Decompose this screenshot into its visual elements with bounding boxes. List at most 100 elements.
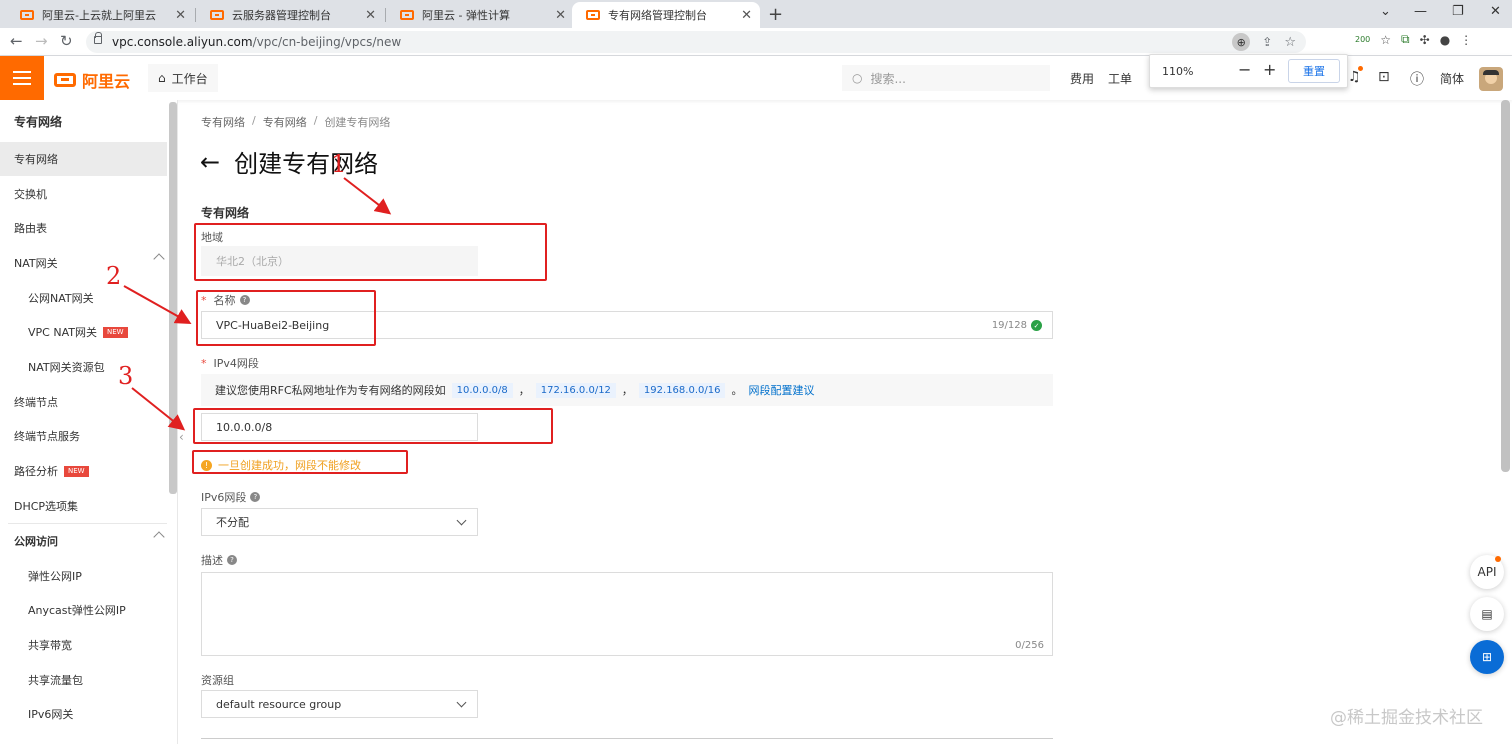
sidebar-item-endpoint[interactable]: 终端节点 bbox=[0, 385, 167, 419]
sidebar-item-dhcp[interactable]: DHCP选项集 bbox=[0, 489, 167, 523]
aliyun-favicon-icon bbox=[210, 10, 224, 20]
sidebar: 专有网络 专有网络 交换机 路由表 NAT网关 公网NAT网关 VPC NAT网… bbox=[0, 100, 178, 744]
sidebar-item-vpc[interactable]: 专有网络 bbox=[0, 142, 167, 176]
breadcrumb-separator: / bbox=[313, 114, 318, 127]
close-tab-icon[interactable]: ✕ bbox=[555, 8, 566, 23]
menu-kebab-icon[interactable]: ⋮ bbox=[1460, 33, 1472, 47]
cidr-option[interactable]: 10.0.0.0/8 bbox=[451, 382, 513, 398]
zoom-level: 110% bbox=[1162, 65, 1194, 78]
sidebar-item-vpc-nat[interactable]: VPC NAT网关 NEW bbox=[0, 315, 167, 349]
sidebar-item-data-transfer-plan[interactable]: 共享流量包 bbox=[0, 663, 167, 697]
cidr-option[interactable]: 172.16.0.0/12 bbox=[535, 382, 616, 398]
resource-group-select[interactable]: default resource group bbox=[201, 690, 478, 718]
required-mark: * bbox=[201, 356, 207, 370]
share-icon[interactable]: ⇪ bbox=[1262, 35, 1272, 49]
description-textarea[interactable]: 0/256 bbox=[201, 572, 1053, 656]
profile-icon[interactable]: ● bbox=[1440, 33, 1450, 47]
feedback-chat-icon[interactable]: ▤ bbox=[1470, 597, 1504, 631]
description-counter: 0/256 bbox=[1015, 640, 1044, 651]
home-icon: ⌂ bbox=[158, 71, 166, 85]
sidebar-item-path-analysis[interactable]: 路径分析 NEW bbox=[0, 454, 167, 488]
cart-icon[interactable]: ⊡ bbox=[1378, 69, 1390, 85]
breadcrumb: 专有网络 / 专有网络 / 创建专有网络 bbox=[201, 114, 390, 130]
annotation-number: 3 bbox=[118, 362, 134, 390]
aliyun-favicon-icon bbox=[400, 10, 414, 20]
aliyun-favicon-icon bbox=[20, 10, 34, 20]
menu-hamburger-icon[interactable] bbox=[0, 56, 44, 100]
reload-icon[interactable]: ↻ bbox=[60, 32, 73, 50]
browser-tab[interactable]: 阿里云-上云就上阿里云 ✕ bbox=[6, 2, 194, 28]
sidebar-item-nat-package[interactable]: NAT网关资源包 bbox=[0, 350, 167, 384]
sidebar-item-route-table[interactable]: 路由表 bbox=[0, 211, 167, 245]
breadcrumb-current: 创建专有网络 bbox=[324, 116, 391, 129]
chevron-down-icon bbox=[456, 515, 467, 526]
breadcrumb-item[interactable]: 专有网络 bbox=[263, 114, 307, 130]
help-icon[interactable]: ⓘ bbox=[1410, 69, 1424, 89]
chevron-down-icon bbox=[456, 697, 467, 708]
ipv6-label: IPv6网段 ? bbox=[201, 489, 261, 505]
sidebar-item-ipv6-gateway[interactable]: IPv6网关 bbox=[0, 697, 167, 731]
annotation-box-ipv4 bbox=[193, 408, 553, 444]
back-arrow-icon[interactable]: ← bbox=[200, 148, 220, 176]
page-scrollbar[interactable] bbox=[1501, 100, 1510, 472]
sidebar-title: 专有网络 bbox=[14, 115, 63, 129]
bookmark-star-icon[interactable]: ☆ bbox=[1284, 35, 1296, 50]
notification-dot bbox=[1358, 66, 1363, 71]
browser-toolbar: ← → ↻ vpc.console.aliyun.com/vpc/cn-beij… bbox=[0, 28, 1512, 56]
breadcrumb-separator: / bbox=[252, 114, 256, 127]
sidebar-item-eip[interactable]: 弹性公网IP bbox=[0, 559, 167, 593]
zoom-reset-button[interactable]: 重置 bbox=[1288, 59, 1340, 83]
extension-badge[interactable]: 200 bbox=[1355, 35, 1370, 44]
search-icon: ○ bbox=[852, 71, 863, 85]
console-search-input[interactable]: ○ 搜索... bbox=[842, 65, 1050, 91]
avatar[interactable] bbox=[1479, 67, 1503, 91]
sidebar-group-nat[interactable]: NAT网关 bbox=[0, 246, 167, 280]
sidebar-item-shared-bandwidth[interactable]: 共享带宽 bbox=[0, 628, 167, 662]
ipv6-select[interactable]: 不分配 bbox=[201, 508, 478, 536]
chevron-up-icon bbox=[153, 531, 165, 543]
close-tab-icon[interactable]: ✕ bbox=[175, 8, 186, 23]
workbench-button[interactable]: ⌂ 工作台 bbox=[148, 64, 218, 92]
restore-icon[interactable]: ❐ bbox=[1452, 4, 1464, 19]
zoom-icon[interactable]: ⊕ bbox=[1232, 33, 1251, 51]
language-switch[interactable]: 简体 bbox=[1440, 70, 1464, 87]
chevron-up-icon bbox=[153, 253, 165, 265]
address-bar[interactable]: vpc.console.aliyun.com/vpc/cn-beijing/vp… bbox=[86, 31, 1306, 53]
sidebar-group-public-access[interactable]: 公网访问 bbox=[0, 524, 167, 558]
sidebar-item-endpoint-service[interactable]: 终端节点服务 bbox=[0, 419, 167, 453]
help-icon[interactable]: ? bbox=[227, 555, 237, 565]
new-tab-icon[interactable]: + bbox=[768, 4, 783, 25]
resource-group-value: default resource group bbox=[216, 697, 342, 711]
close-window-icon[interactable]: ✕ bbox=[1490, 4, 1501, 19]
bell-icon[interactable]: ♫ bbox=[1348, 69, 1361, 85]
browser-tab[interactable]: 云服务器管理控制台 ✕ bbox=[196, 2, 384, 28]
browser-tab[interactable]: 阿里云 - 弹性计算 ✕ bbox=[386, 2, 574, 28]
extension-icon[interactable]: ⧉ bbox=[1401, 32, 1410, 47]
reading-list-icon[interactable]: ☆ bbox=[1380, 33, 1391, 47]
help-icon[interactable]: ? bbox=[250, 492, 261, 502]
breadcrumb-item[interactable]: 专有网络 bbox=[201, 114, 245, 130]
sidebar-scrollbar[interactable] bbox=[169, 102, 177, 494]
section-title: 专有网络 bbox=[201, 206, 250, 220]
puzzle-extensions-icon[interactable]: ✣ bbox=[1420, 33, 1430, 47]
close-tab-icon[interactable]: ✕ bbox=[741, 8, 752, 23]
tab-search-icon[interactable]: ⌄ bbox=[1380, 4, 1391, 19]
apps-grid-icon[interactable]: ⊞ bbox=[1470, 640, 1504, 674]
browser-tab-active[interactable]: 专有网络管理控制台 ✕ bbox=[572, 2, 760, 28]
sidebar-item-vswitch[interactable]: 交换机 bbox=[0, 177, 167, 211]
aliyun-logo[interactable]: 阿里云 bbox=[54, 68, 130, 92]
sidebar-item-public-nat[interactable]: 公网NAT网关 bbox=[0, 281, 167, 315]
forward-icon[interactable]: → bbox=[35, 32, 48, 50]
zoom-out-icon[interactable]: − bbox=[1238, 60, 1251, 79]
back-icon[interactable]: ← bbox=[10, 32, 23, 50]
check-icon: ✓ bbox=[1031, 320, 1042, 331]
ticket-link[interactable]: 工单 bbox=[1108, 70, 1132, 87]
minimize-icon[interactable]: — bbox=[1414, 4, 1427, 19]
zoom-in-icon[interactable]: + bbox=[1263, 60, 1276, 79]
close-tab-icon[interactable]: ✕ bbox=[365, 8, 376, 23]
sidebar-item-anycast-eip[interactable]: Anycast弹性公网IP bbox=[0, 593, 167, 627]
cidr-advice-link[interactable]: 网段配置建议 bbox=[748, 382, 814, 398]
description-label: 描述 ? bbox=[201, 552, 237, 568]
cidr-option[interactable]: 192.168.0.0/16 bbox=[638, 382, 726, 398]
billing-link[interactable]: 费用 bbox=[1070, 70, 1094, 87]
